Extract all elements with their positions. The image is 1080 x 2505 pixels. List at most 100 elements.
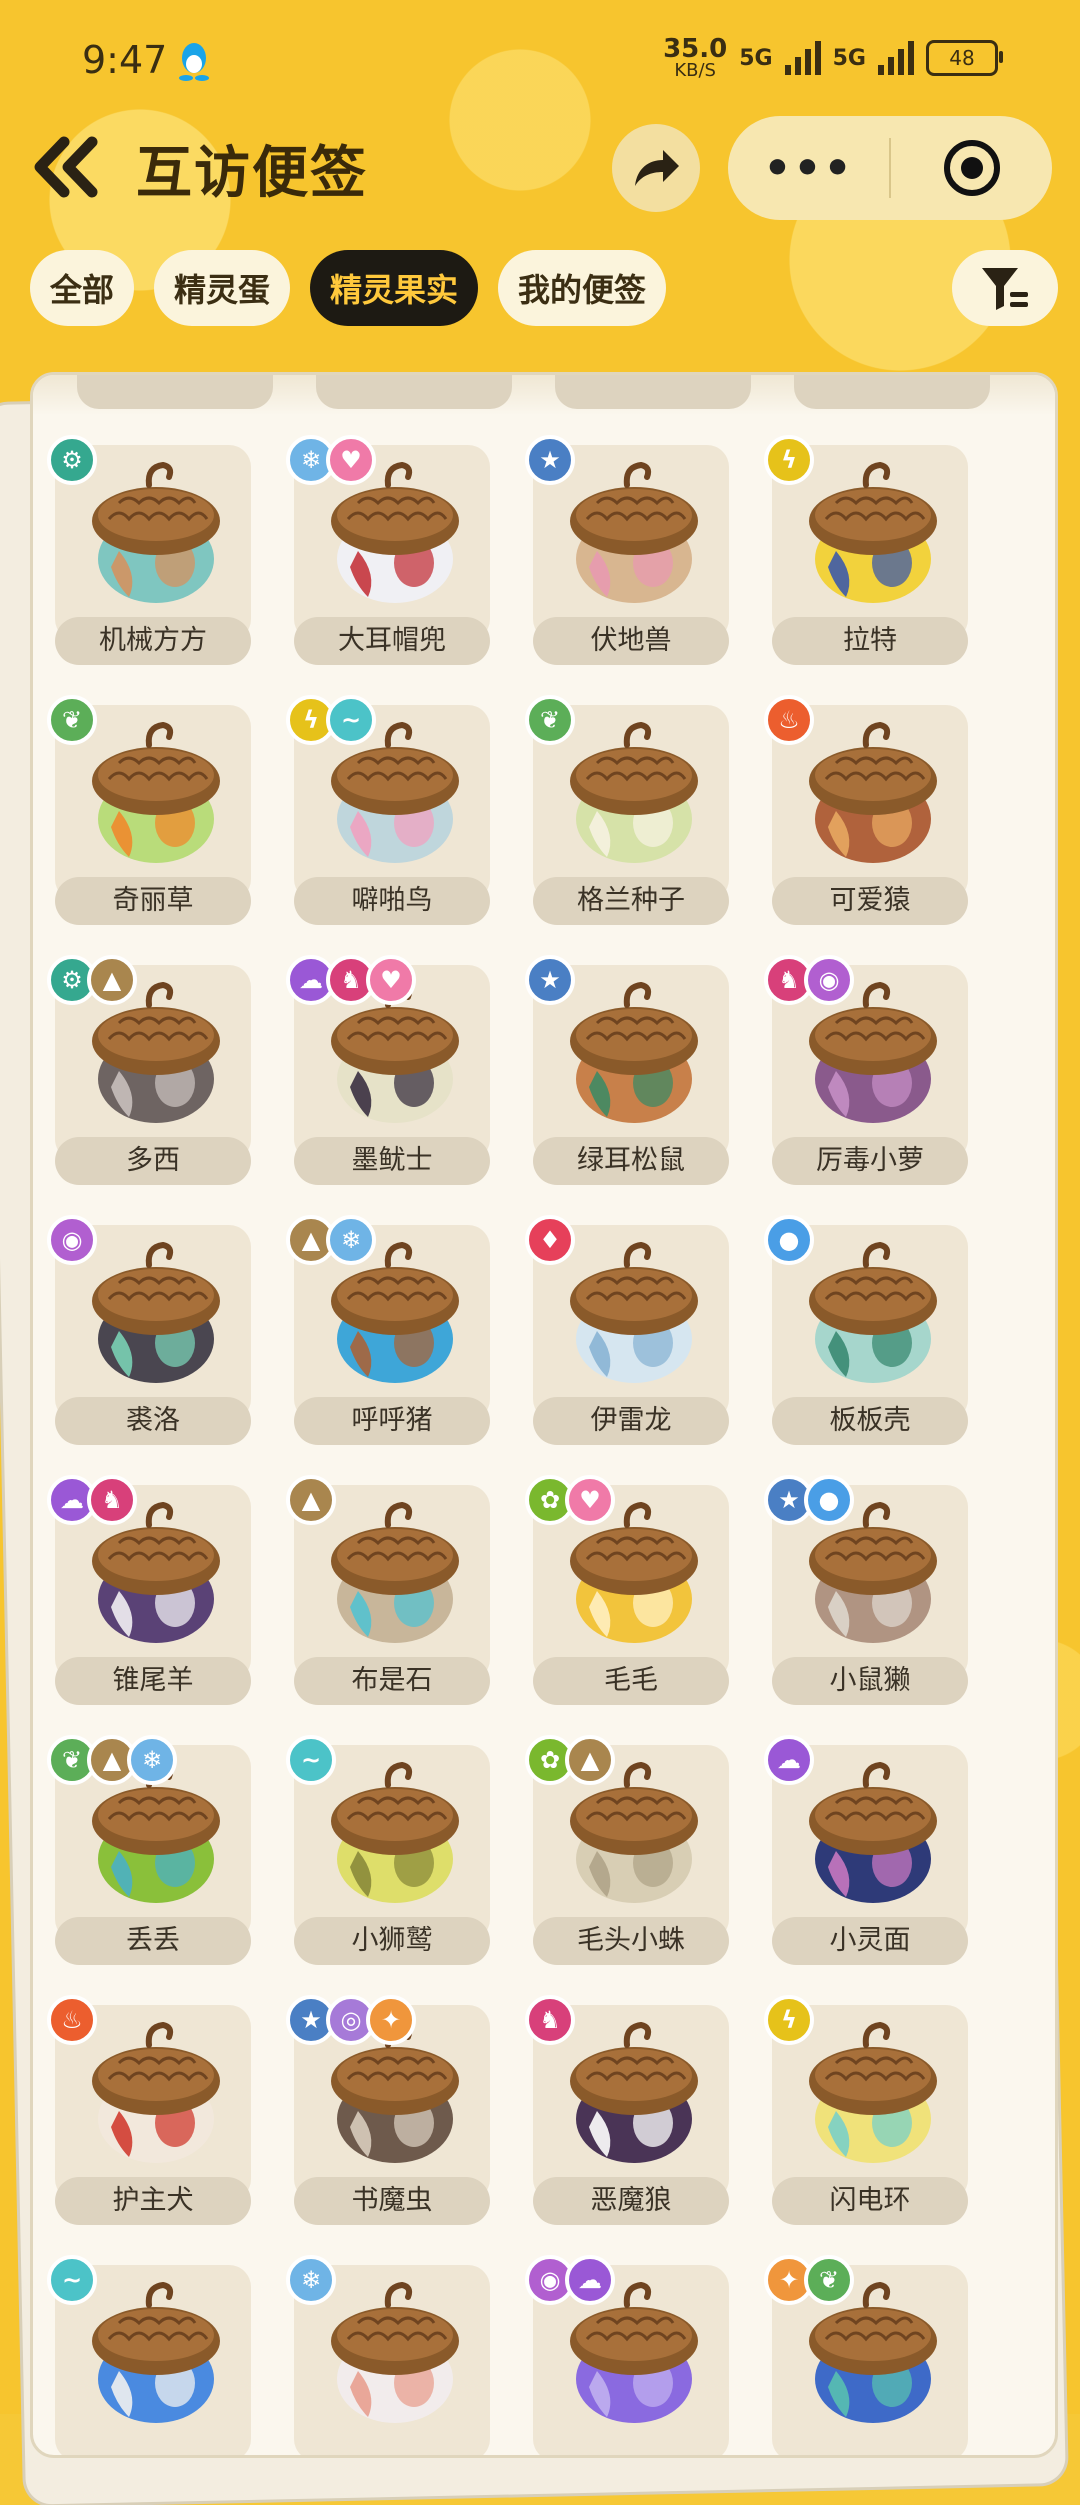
fruit-card[interactable]: ❦ ▲ ❄ 丢丢 [47, 1735, 251, 1965]
status-time: 9:47 [82, 38, 168, 82]
fruit-card[interactable]: ▲ ❄ 呼呼猪 [286, 1215, 490, 1445]
close-miniprogram-button[interactable] [891, 137, 1052, 199]
fruit-card[interactable]: ♨ 护主犬 [47, 1995, 251, 2225]
fruit-card[interactable]: ◉ 裘洛 [47, 1215, 251, 1445]
previous-row-label [316, 375, 512, 409]
fruit-card[interactable]: ϟ 闪电环 [764, 1995, 968, 2225]
fruit-card[interactable]: ♨ 可爱猿 [764, 695, 968, 925]
fruit-card[interactable]: ❄ [286, 2255, 490, 2455]
tab-all[interactable]: 全部 [30, 250, 135, 326]
fruit-card[interactable]: ✦ ❦ [764, 2255, 968, 2455]
fruit-card[interactable]: ~ 小狮鹫 [286, 1735, 490, 1965]
acorn-fruit-icon [89, 2015, 223, 2165]
network-type-1: 5G [739, 45, 773, 71]
fruit-name: 裘洛 [55, 1397, 251, 1445]
tab-fruits[interactable]: 精灵果实 [310, 250, 479, 326]
acorn-fruit-icon [806, 1235, 940, 1385]
type-badges: ★ [525, 955, 575, 1005]
fruit-name: 墨鱿士 [294, 1137, 490, 1185]
ice-type-icon: ❄ [286, 2255, 336, 2305]
type-badges: ☁ [764, 1735, 814, 1785]
share-button[interactable] [612, 124, 700, 212]
page-title: 互访便签 [136, 141, 368, 206]
acorn-fruit-icon [567, 1235, 701, 1385]
fruit-name: 小鼠獭 [772, 1657, 968, 1705]
acorn-fruit-icon [567, 715, 701, 865]
fruit-card[interactable]: ◉ ☁ [525, 2255, 729, 2455]
acorn-fruit-icon [567, 2015, 701, 2165]
type-badges: ⚙ ▲ [47, 955, 137, 1005]
type-badges: ▲ ❄ [286, 1215, 376, 1265]
type-badges: ♞ [525, 1995, 575, 2045]
more-menu-button[interactable]: ••• [728, 143, 889, 194]
fruit-name: 板板壳 [772, 1397, 968, 1445]
fruit-name: 机械方方 [55, 617, 251, 665]
fruit-card[interactable]: ♞ 恶魔狼 [525, 1995, 729, 2225]
fruit-name: 大耳帽兜 [294, 617, 490, 665]
fruit-card[interactable]: ★ ● 小鼠獭 [764, 1475, 968, 1705]
ghost-type-icon: ☁ [565, 2255, 615, 2305]
fruit-card[interactable]: ♞ ◉ 厉毒小萝 [764, 955, 968, 1185]
grass-type-icon: ❦ [47, 695, 97, 745]
ice-type-icon: ❄ [127, 1735, 177, 1785]
fruit-card[interactable]: ☁ ♞ ♥ 墨鱿士 [286, 955, 490, 1185]
fruit-card[interactable]: ⚙ ▲ 多西 [47, 955, 251, 1185]
demon-type-icon: ♞ [87, 1475, 137, 1525]
fruit-card[interactable]: ϟ 拉特 [764, 435, 968, 665]
ghost-type-icon: ☁ [764, 1735, 814, 1785]
fruit-card[interactable]: ~ [47, 2255, 251, 2455]
fruit-name: 拉特 [772, 617, 968, 665]
light-type-icon: ✦ [366, 1995, 416, 2045]
type-badges: ✿ ♥ [525, 1475, 615, 1525]
fruit-name: 奇丽草 [55, 877, 251, 925]
fruit-card[interactable]: ☁ 小灵面 [764, 1735, 968, 1965]
fruit-card[interactable]: ϟ ~ 噼啪鸟 [286, 695, 490, 925]
dragon-type-icon: ♦ [525, 1215, 575, 1265]
filter-button[interactable] [952, 250, 1058, 326]
fire-type-icon: ♨ [764, 695, 814, 745]
fruit-name: 格兰种子 [533, 877, 729, 925]
fruit-card[interactable]: ♦ 伊雷龙 [525, 1215, 729, 1445]
qq-penguin-icon [179, 43, 209, 81]
type-badges: ▲ [286, 1475, 336, 1525]
previous-row-label [555, 375, 751, 409]
battery-level: 48 [949, 46, 975, 70]
back-double-chevron-icon[interactable] [28, 132, 108, 202]
fruit-card[interactable]: ★ 伏地兽 [525, 435, 729, 665]
status-bar: 9:47 35.0 KB/S 5G 5G 48 [0, 0, 1080, 120]
type-badges: ❦ [525, 695, 575, 745]
fruit-name: 呼呼猪 [294, 1397, 490, 1445]
fruit-name: 小灵面 [772, 1917, 968, 1965]
acorn-fruit-icon [806, 455, 940, 605]
grass-type-icon: ❦ [525, 695, 575, 745]
acorn-fruit-icon [328, 1495, 462, 1645]
fruit-card[interactable]: ● 板板壳 [764, 1215, 968, 1445]
fruit-grid: ⚙ 机械方方 ❄ ♥ 大耳帽兜 ★ 伏地兽 ϟ 拉特 ❦ 奇丽草 ϟ ~ 噼啪鸟 ❦ 格兰种子 ♨ 可爱猿 ⚙ ▲ 多西… [47, 435, 968, 2455]
battery-icon: 48 [926, 40, 1003, 76]
tab-my-notes[interactable]: 我的便签 [498, 250, 667, 326]
fruit-card[interactable]: ❦ 奇丽草 [47, 695, 251, 925]
fruit-card[interactable]: ❦ 格兰种子 [525, 695, 729, 925]
acorn-fruit-icon [328, 1755, 462, 1905]
fruit-name: 丢丢 [55, 1917, 251, 1965]
acorn-fruit-icon [89, 455, 223, 605]
fruit-card[interactable]: ★ ◎ ✦ 书魔虫 [286, 1995, 490, 2225]
tab-eggs[interactable]: 精灵蛋 [154, 250, 291, 326]
fruit-card[interactable]: ✿ ▲ 毛头小蛛 [525, 1735, 729, 1965]
fruit-card[interactable]: ★ 绿耳松鼠 [525, 955, 729, 1185]
fruit-card[interactable]: ⚙ 机械方方 [47, 435, 251, 665]
fruit-name: 可爱猿 [772, 877, 968, 925]
fruit-card[interactable]: ☁ ♞ 锥尾羊 [47, 1475, 251, 1705]
signal-bars-icon [784, 41, 821, 75]
fruit-card[interactable]: ▲ 布是石 [286, 1475, 490, 1705]
fruit-name: 毛头小蛛 [533, 1917, 729, 1965]
notes-panel: ⚙ 机械方方 ❄ ♥ 大耳帽兜 ★ 伏地兽 ϟ 拉特 ❦ 奇丽草 ϟ ~ 噼啪鸟 ❦ 格兰种子 ♨ 可爱猿 ⚙ ▲ 多西… [30, 372, 1058, 2458]
acorn-fruit-icon [89, 715, 223, 865]
category-tabs: 全部 精灵蛋 精灵果实 我的便签 [30, 250, 667, 326]
type-badges: ★ ● [764, 1475, 854, 1525]
type-badges: ● [764, 1215, 814, 1265]
fruit-card[interactable]: ❄ ♥ 大耳帽兜 [286, 435, 490, 665]
acorn-fruit-icon [567, 975, 701, 1125]
fruit-card[interactable]: ✿ ♥ 毛毛 [525, 1475, 729, 1705]
status-indicators: 35.0 KB/S 5G 5G 48 [663, 36, 1003, 80]
